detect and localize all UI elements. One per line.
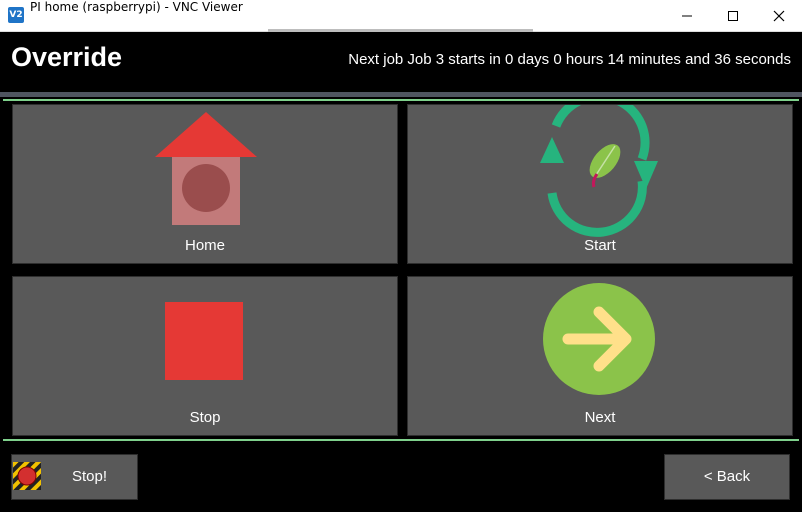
minimize-button[interactable] (664, 0, 710, 31)
page-header: Override Next job Job 3 starts in 0 days… (0, 32, 802, 92)
window-title: PI home (raspberrypi) - VNC Viewer (30, 0, 243, 14)
next-label: Next (584, 409, 616, 426)
back-button[interactable]: < Back (664, 454, 790, 500)
start-label: Start (584, 237, 616, 254)
emergency-stop-icon (13, 462, 41, 490)
page-title: Override (11, 42, 123, 72)
home-tile[interactable]: Home (12, 104, 398, 264)
close-button[interactable] (756, 0, 802, 31)
home-label: Home (184, 237, 225, 254)
close-icon (773, 10, 785, 21)
stop-tile[interactable]: Stop (12, 276, 398, 436)
maximize-button[interactable] (710, 0, 756, 31)
window-titlebar: V2 PI home (raspberrypi) - VNC Viewer (0, 0, 802, 32)
maximize-icon (728, 10, 738, 21)
stop-label: Stop (189, 409, 221, 426)
vnc-logo-icon: V2 (8, 7, 24, 23)
next-job-status: Next job Job 3 starts in 0 days 0 hours … (348, 51, 791, 68)
minimize-icon (682, 15, 692, 16)
header-divider (0, 92, 802, 97)
next-tile[interactable]: Next (407, 276, 793, 436)
start-tile[interactable]: Start (407, 104, 793, 264)
emergency-stop-button[interactable]: Stop! (11, 454, 138, 500)
back-label: < Back (703, 468, 751, 485)
top-accent-line (3, 99, 799, 101)
emergency-stop-label: Stop! (72, 468, 108, 485)
bottom-accent-line (3, 439, 799, 441)
